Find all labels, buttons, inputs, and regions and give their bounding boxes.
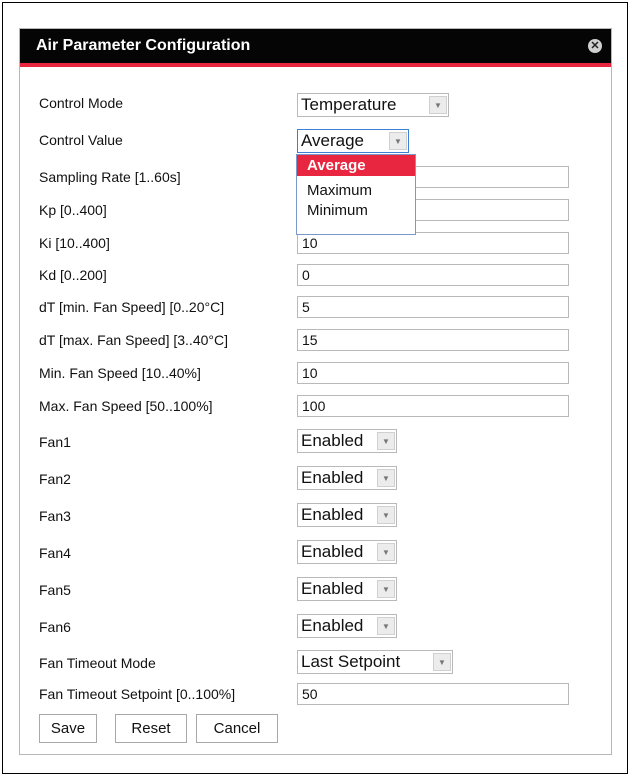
ki-field[interactable] <box>297 232 569 254</box>
chevron-down-icon: ▼ <box>433 653 451 671</box>
chevron-down-icon: ▼ <box>377 432 395 450</box>
min-fan-speed-label: Min. Fan Speed [10..40%] <box>39 365 201 381</box>
dialog-titlebar: Air Parameter Configuration ✕ <box>20 29 611 67</box>
chevron-down-icon: ▼ <box>377 506 395 524</box>
control-mode-value: Temperature <box>301 95 397 114</box>
fan6-select[interactable]: Enabled ▼ <box>297 614 397 638</box>
fan6-value: Enabled <box>301 616 364 635</box>
dt-max-label: dT [max. Fan Speed] [3..40°C] <box>39 332 228 348</box>
fan4-select[interactable]: Enabled ▼ <box>297 540 397 564</box>
chevron-down-icon: ▼ <box>377 469 395 487</box>
control-value-label: Control Value <box>39 132 123 148</box>
control-mode-label: Control Mode <box>39 95 124 111</box>
dt-min-field[interactable] <box>297 296 569 318</box>
fan4-value: Enabled <box>301 542 364 561</box>
fan5-value: Enabled <box>301 579 364 598</box>
min-fan-speed-field[interactable] <box>297 362 569 384</box>
control-value-dropdown-list: Average Maximum Minimum <box>296 154 416 235</box>
dropdown-option-minimum[interactable]: Minimum <box>297 200 415 221</box>
dropdown-option-maximum[interactable]: Maximum <box>297 180 415 201</box>
kd-label: Kd [0..200] <box>39 267 107 283</box>
max-fan-speed-field[interactable] <box>297 395 569 417</box>
control-mode-select[interactable]: Temperature ▼ <box>297 93 449 117</box>
chevron-down-icon: ▼ <box>377 543 395 561</box>
fan5-label: Fan5 <box>39 582 71 598</box>
fan3-select[interactable]: Enabled ▼ <box>297 503 397 527</box>
chevron-down-icon: ▼ <box>377 617 395 635</box>
dt-max-field[interactable] <box>297 329 569 351</box>
kd-field[interactable] <box>297 264 569 286</box>
save-button[interactable]: Save <box>39 714 97 743</box>
close-icon[interactable]: ✕ <box>588 39 602 53</box>
kp-label: Kp [0..400] <box>39 202 107 218</box>
fan6-label: Fan6 <box>39 619 71 635</box>
fan-timeout-setpoint-label: Fan Timeout Setpoint [0..100%] <box>39 686 236 702</box>
fan-timeout-mode-select[interactable]: Last Setpoint ▼ <box>297 650 453 674</box>
fan1-value: Enabled <box>301 431 364 450</box>
fan3-label: Fan3 <box>39 508 71 524</box>
max-fan-speed-label: Max. Fan Speed [50..100%] <box>39 398 213 414</box>
control-value-select[interactable]: Average ▼ <box>297 129 409 153</box>
fan3-value: Enabled <box>301 505 364 524</box>
fan4-label: Fan4 <box>39 545 71 561</box>
fan-timeout-setpoint-field[interactable] <box>297 683 569 705</box>
chevron-down-icon: ▼ <box>429 96 447 114</box>
fan1-label: Fan1 <box>39 434 71 450</box>
air-parameter-dialog: Air Parameter Configuration ✕ Control Mo… <box>19 28 612 755</box>
fan-timeout-mode-value: Last Setpoint <box>301 652 401 671</box>
dialog-title: Air Parameter Configuration <box>36 37 251 54</box>
fan2-select[interactable]: Enabled ▼ <box>297 466 397 490</box>
reset-button[interactable]: Reset <box>115 714 187 743</box>
dropdown-option-average[interactable]: Average <box>297 155 415 176</box>
fan1-select[interactable]: Enabled ▼ <box>297 429 397 453</box>
cancel-button[interactable]: Cancel <box>196 714 278 743</box>
fan-timeout-mode-label: Fan Timeout Mode <box>39 655 156 671</box>
ki-label: Ki [10..400] <box>39 235 110 251</box>
fan5-select[interactable]: Enabled ▼ <box>297 577 397 601</box>
dt-min-label: dT [min. Fan Speed] [0..20°C] <box>39 299 225 315</box>
sampling-rate-label: Sampling Rate [1..60s] <box>39 169 181 185</box>
chevron-down-icon: ▼ <box>377 580 395 598</box>
control-value-value: Average <box>301 131 365 150</box>
fan2-value: Enabled <box>301 468 364 487</box>
fan2-label: Fan2 <box>39 471 71 487</box>
chevron-down-icon: ▼ <box>389 132 407 150</box>
